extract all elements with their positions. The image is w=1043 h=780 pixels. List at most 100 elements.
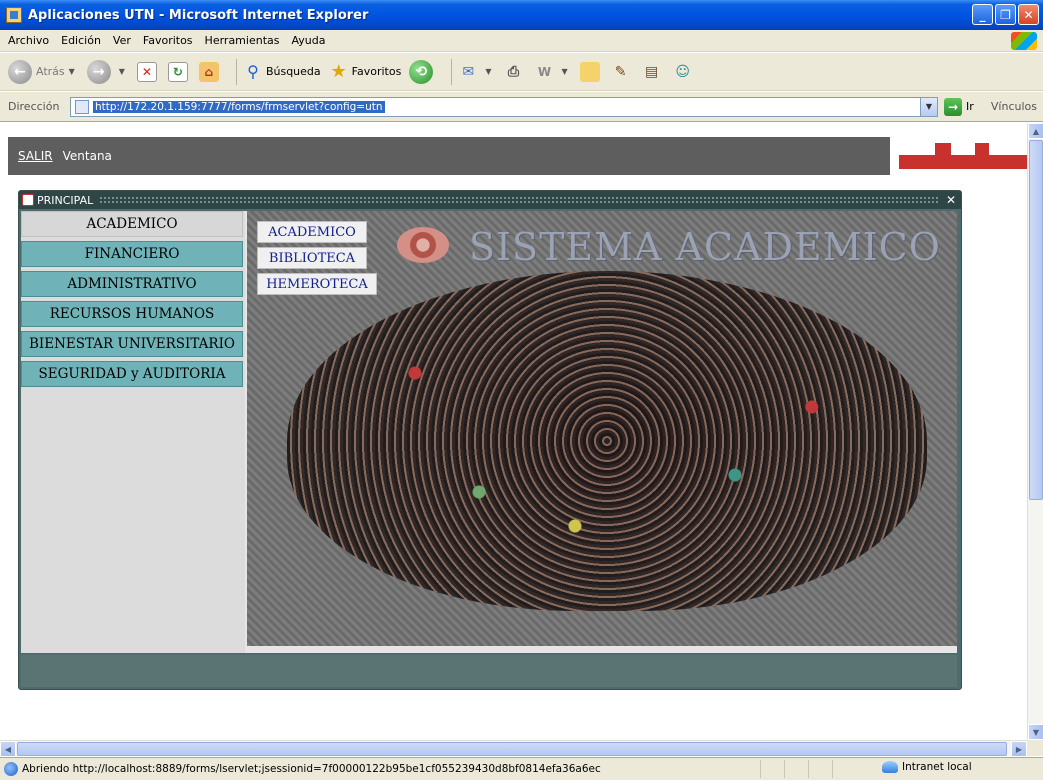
menu-academico-button[interactable]: ACADEMICO [21, 211, 243, 237]
star-icon: ★ [330, 61, 347, 82]
window-titlebar: Aplicaciones UTN - Microsoft Internet Ex… [0, 0, 1043, 30]
status-pane [808, 760, 832, 778]
vertical-scrollbar[interactable]: ▲ ▼ [1027, 123, 1043, 740]
research-icon: ▤ [645, 63, 659, 80]
banner-title: SISTEMA ACADEMICO [469, 225, 941, 269]
status-text: Abriendo http://localhost:8889/forms/lse… [22, 763, 601, 775]
go-button[interactable]: → Ir [944, 97, 974, 116]
people-button[interactable]: ☺ [673, 62, 696, 82]
menu-bienestar-button[interactable]: BIENESTAR UNIVERSITARIO [21, 331, 243, 357]
horizontal-scroll-thumb[interactable] [17, 742, 1007, 756]
scroll-down-icon[interactable]: ▼ [1028, 724, 1043, 740]
people-icon: ☺ [675, 63, 690, 80]
address-label: Dirección [8, 100, 60, 113]
window-title: Aplicaciones UTN - Microsoft Internet Ex… [28, 7, 369, 23]
menu-ventana[interactable]: Ventana [63, 149, 112, 163]
address-dropdown-icon[interactable]: ▼ [920, 97, 937, 116]
refresh-button[interactable]: ↻ [167, 61, 191, 82]
favorites-button[interactable]: ★ Favoritos [329, 61, 402, 82]
menu-ver[interactable]: Ver [113, 34, 131, 47]
window-icon [22, 194, 34, 206]
address-input[interactable]: http://172.20.1.159:7777/forms/frmservle… [70, 96, 938, 117]
address-bar: Dirección http://172.20.1.159:7777/forms… [0, 92, 1043, 122]
status-pane [760, 760, 784, 778]
mail-dropdown-icon[interactable]: ▼ [485, 67, 491, 76]
principal-window: PRINCIPAL ✕ ACADEMICO FINANCIERO ADMINIS… [18, 190, 962, 690]
stop-icon: ✕ [136, 61, 157, 82]
links-button[interactable]: Vínculos [991, 100, 1037, 113]
intranet-icon [882, 761, 898, 773]
print-icon: ⎙ [507, 63, 520, 80]
word-edit-icon: W [537, 64, 552, 79]
principal-titlebar[interactable]: PRINCIPAL ✕ [19, 191, 961, 209]
utn-seal-icon [397, 227, 449, 263]
back-label: Atrás [36, 65, 65, 78]
menu-seguridad-button[interactable]: SEGURIDAD y AUDITORIA [21, 361, 243, 387]
scroll-right-icon[interactable]: ▶ [1011, 741, 1027, 757]
menu-bar: Archivo Edición Ver Favoritos Herramient… [0, 30, 1043, 52]
windows-logo-icon [1011, 32, 1037, 50]
search-button[interactable]: ⚲ Búsqueda [243, 62, 321, 82]
home-icon: ⌂ [198, 61, 219, 82]
go-label: Ir [966, 100, 974, 113]
forward-arrow-icon: → [86, 59, 111, 84]
submenu-biblioteca-button[interactable]: BIBLIOTECA [257, 247, 367, 269]
vertical-scroll-thumb[interactable] [1029, 140, 1043, 500]
refresh-icon: ↻ [167, 61, 188, 82]
history-button[interactable]: ⟲ [409, 59, 437, 84]
search-icon: ⚲ [247, 62, 259, 81]
minimize-button[interactable]: _ [972, 4, 993, 25]
scroll-left-icon[interactable]: ◀ [0, 741, 16, 757]
students-photo: SISTEMA ACADEMICO ACADEMICO BIBLIOTECA H… [247, 211, 957, 646]
menu-recursos-humanos-button[interactable]: RECURSOS HUMANOS [21, 301, 243, 327]
toolbar-separator [451, 58, 453, 85]
back-dropdown-icon[interactable]: ▼ [69, 67, 75, 76]
forms-menubar: SALIR Ventana [8, 137, 890, 175]
browser-toolbar: ← Atrás ▼ → ▼ ✕ ↻ ⌂ ⚲ Búsqueda ★ Favorit… [0, 53, 1043, 91]
folder-button[interactable] [579, 61, 603, 82]
close-button[interactable]: ✕ [1018, 4, 1039, 25]
menu-salir[interactable]: SALIR [18, 149, 53, 163]
forward-dropdown-icon[interactable]: ▼ [119, 67, 125, 76]
toolbar-separator [235, 58, 237, 85]
back-button[interactable]: ← Atrás ▼ [8, 59, 79, 84]
scroll-corner [1027, 740, 1043, 756]
messenger-button[interactable]: ✎ [611, 62, 634, 82]
submenu-academico-button[interactable]: ACADEMICO [257, 221, 367, 243]
menu-financiero-button[interactable]: FINANCIERO [21, 241, 243, 267]
print-button[interactable]: ⎙ [503, 62, 526, 82]
menu-archivo[interactable]: Archivo [8, 34, 49, 47]
menu-favoritos[interactable]: Favoritos [143, 34, 193, 47]
research-button[interactable]: ▤ [642, 62, 665, 82]
menu-administrativo-button[interactable]: ADMINISTRATIVO [21, 271, 243, 297]
discuss-icon: ✎ [614, 63, 627, 80]
scroll-up-icon[interactable]: ▲ [1028, 123, 1043, 139]
search-label: Búsqueda [265, 65, 321, 78]
menu-edicion[interactable]: Edición [61, 34, 101, 47]
edit-button[interactable]: W ▼ [534, 62, 571, 82]
go-arrow-icon: → [944, 97, 962, 116]
page-loading-icon [4, 762, 18, 776]
titlebar-pattern [99, 196, 938, 204]
menu-herramientas[interactable]: Herramientas [205, 34, 280, 47]
page-content: SALIR Ventana PRINCIPAL ✕ ACADEMICO FINA… [0, 123, 1027, 740]
status-panes [760, 760, 856, 778]
stop-button[interactable]: ✕ [136, 61, 160, 82]
folder-icon [579, 61, 600, 82]
menu-ayuda[interactable]: Ayuda [291, 34, 325, 47]
mail-button[interactable]: ✉ ▼ [458, 62, 495, 82]
maximize-button[interactable]: ❐ [995, 4, 1016, 25]
zone-label: Intranet local [902, 761, 972, 773]
forward-button[interactable]: → ▼ [86, 59, 129, 84]
status-bar: Abriendo http://localhost:8889/forms/lse… [0, 757, 1043, 780]
principal-close-icon[interactable]: ✕ [944, 193, 958, 207]
security-zone: Intranet local [882, 761, 972, 773]
ie-app-icon [6, 7, 22, 23]
status-pane [832, 760, 856, 778]
horizontal-scrollbar[interactable]: ◀ ▶ [0, 740, 1027, 757]
crowd-image [287, 271, 927, 611]
home-button[interactable]: ⌂ [198, 61, 222, 82]
edit-dropdown-icon[interactable]: ▼ [561, 67, 567, 76]
address-url[interactable]: http://172.20.1.159:7777/forms/frmservle… [93, 100, 385, 113]
submenu-hemeroteca-button[interactable]: HEMEROTECA [257, 273, 377, 295]
